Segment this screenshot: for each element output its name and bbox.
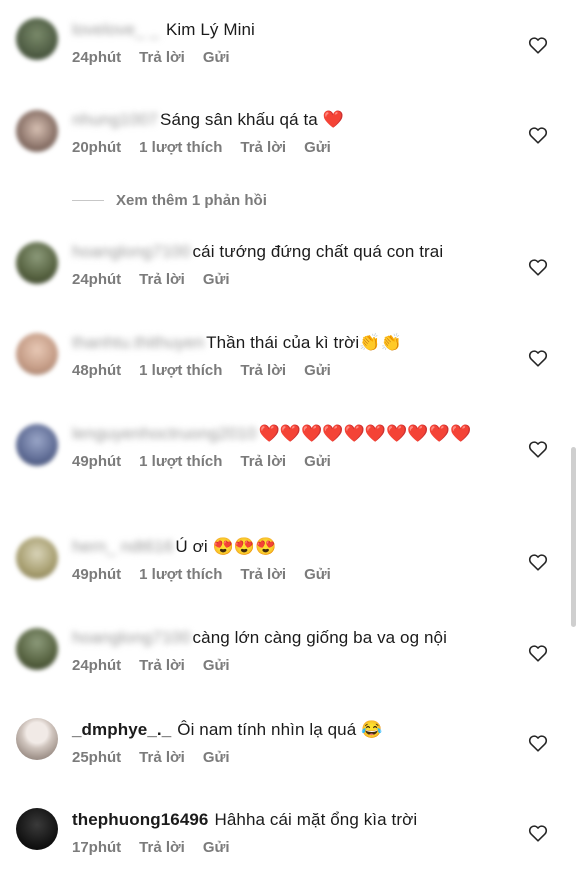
reply-button[interactable]: Trả lời xyxy=(139,749,185,766)
divider xyxy=(72,200,104,201)
comment-time: 20phút xyxy=(72,139,122,156)
send-button[interactable]: Gửi xyxy=(203,749,230,766)
comment-text: Sáng sân khấu qá ta ❤️ xyxy=(160,110,344,129)
comment-text: Ú ơi 😍😍😍 xyxy=(175,537,277,556)
comment-time: 24phút xyxy=(72,657,122,674)
comment-meta: 24phút Trả lời Gửi xyxy=(72,271,520,288)
reply-button[interactable]: Trả lời xyxy=(240,139,286,156)
scrollbar[interactable] xyxy=(571,447,576,627)
reply-button[interactable]: Trả lời xyxy=(139,839,185,856)
heart-outline-icon[interactable] xyxy=(528,258,548,276)
comment-time: 24phút xyxy=(72,271,122,288)
comment-username[interactable]: thanhtu.thithuyen xyxy=(72,333,204,352)
comment-text-line: _dmphye_._ Ôi nam tính nhìn lạ quá 😂 xyxy=(72,716,520,743)
view-more-replies-button[interactable]: Xem thêm 1 phản hồi xyxy=(72,192,267,209)
likes-count[interactable]: 1 lượt thích xyxy=(139,139,222,156)
comment-username[interactable]: hoanglong7100 xyxy=(72,242,191,261)
comment-meta: 49phút 1 lượt thích Trả lời Gửi xyxy=(72,453,520,470)
comment-username[interactable]: hern_ ndt616 xyxy=(72,537,173,556)
comment-text: cái tướng đứng chất quá con trai xyxy=(192,242,444,261)
comment-username[interactable]: hoanglong7100 xyxy=(72,628,191,647)
comment-body: _dmphye_._ Ôi nam tính nhìn lạ quá 😂 25ph… xyxy=(72,716,520,766)
avatar[interactable] xyxy=(16,333,58,375)
heart-outline-icon[interactable] xyxy=(528,440,548,458)
comment-meta: 48phút 1 lượt thích Trả lời Gửi xyxy=(72,362,520,379)
avatar[interactable] xyxy=(16,808,58,850)
comment-text-line: nhung1007 Sáng sân khấu qá ta ❤️ xyxy=(72,106,520,133)
avatar[interactable] xyxy=(16,628,58,670)
comment-body: lenguyenhoctruong2010 ❤️❤️❤️❤️❤️❤️❤️❤️❤️❤… xyxy=(72,420,520,470)
send-button[interactable]: Gửi xyxy=(203,839,230,856)
comment-time: 17phút xyxy=(72,839,122,856)
likes-count[interactable]: 1 lượt thích xyxy=(139,453,222,470)
comment-username[interactable]: lovelove_ _ xyxy=(72,20,164,39)
reply-button[interactable]: Trả lời xyxy=(240,566,286,583)
comment-text-line: lovelove_ _ Kim Lý Mini xyxy=(72,16,520,43)
heart-outline-icon[interactable] xyxy=(528,349,548,367)
reply-button[interactable]: Trả lời xyxy=(139,49,185,66)
send-button[interactable]: Gửi xyxy=(304,566,331,583)
comment-text-line: lenguyenhoctruong2010 ❤️❤️❤️❤️❤️❤️❤️❤️❤️❤… xyxy=(72,420,520,447)
heart-outline-icon[interactable] xyxy=(528,126,548,144)
comment-body: nhung1007 Sáng sân khấu qá ta ❤️ 20phút 1 … xyxy=(72,106,520,156)
avatar[interactable] xyxy=(16,242,58,284)
comment-text-line: hoanglong7100 càng lớn càng giống ba va o… xyxy=(72,624,520,651)
comment-username[interactable]: nhung1007 xyxy=(72,110,158,129)
comment-time: 48phút xyxy=(72,362,122,379)
heart-outline-icon[interactable] xyxy=(528,644,548,662)
avatar[interactable] xyxy=(16,537,58,579)
avatar[interactable] xyxy=(16,18,58,60)
comment-text-line: hoanglong7100 cái tướng đứng chất quá con… xyxy=(72,238,520,265)
comment-meta: 25phút Trả lời Gửi xyxy=(72,749,520,766)
comment-meta: 20phút 1 lượt thích Trả lời Gửi xyxy=(72,139,520,156)
send-button[interactable]: Gửi xyxy=(304,362,331,379)
heart-outline-icon[interactable] xyxy=(528,553,548,571)
heart-outline-icon[interactable] xyxy=(528,824,548,842)
send-button[interactable]: Gửi xyxy=(304,139,331,156)
comment-body: lovelove_ _ Kim Lý Mini 24phút Trả lời Gửi xyxy=(72,16,520,66)
send-button[interactable]: Gửi xyxy=(304,453,331,470)
comment-text: Thần thái của kì trời👏👏 xyxy=(206,333,402,352)
comment-username[interactable]: _dmphye_._ xyxy=(72,720,171,739)
send-button[interactable]: Gửi xyxy=(203,49,230,66)
view-more-replies-label: Xem thêm 1 phản hồi xyxy=(116,192,267,209)
comment-text: ❤️❤️❤️❤️❤️❤️❤️❤️❤️❤️ xyxy=(258,424,472,443)
reply-button[interactable]: Trả lời xyxy=(240,453,286,470)
likes-count[interactable]: 1 lượt thích xyxy=(139,566,222,583)
send-button[interactable]: Gửi xyxy=(203,657,230,674)
comment-text-line: thephuong16496 Hâhha cái mặt ổng kìa trời xyxy=(72,806,520,833)
likes-count[interactable]: 1 lượt thích xyxy=(139,362,222,379)
comment-username[interactable]: lenguyenhoctruong2010 xyxy=(72,424,257,443)
comment-meta: 17phút Trả lời Gửi xyxy=(72,839,520,856)
comment-text: Kim Lý Mini xyxy=(165,20,255,39)
comment-body: hern_ ndt616 Ú ơi 😍😍😍 49phút 1 lượt thích T… xyxy=(72,533,520,583)
comment-meta: 24phút Trả lời Gửi xyxy=(72,49,520,66)
heart-outline-icon[interactable] xyxy=(528,734,548,752)
comment-meta: 24phút Trả lời Gửi xyxy=(72,657,520,674)
comment-time: 49phút xyxy=(72,453,122,470)
comment-text: Hâhha cái mặt ổng kìa trời xyxy=(214,810,418,829)
comment-body: hoanglong7100 càng lớn càng giống ba va o… xyxy=(72,624,520,674)
comment-body: hoanglong7100 cái tướng đứng chất quá con… xyxy=(72,238,520,288)
comment-time: 49phút xyxy=(72,566,122,583)
avatar[interactable] xyxy=(16,424,58,466)
heart-outline-icon[interactable] xyxy=(528,36,548,54)
reply-button[interactable]: Trả lời xyxy=(139,657,185,674)
comment-text-line: thanhtu.thithuyen Thần thái của kì trời👏👏 xyxy=(72,329,520,356)
avatar[interactable] xyxy=(16,718,58,760)
comment-text: càng lớn càng giống ba va og nội xyxy=(192,628,447,647)
comment-text-line: hern_ ndt616 Ú ơi 😍😍😍 xyxy=(72,533,520,560)
send-button[interactable]: Gửi xyxy=(203,271,230,288)
comment-body: thanhtu.thithuyen Thần thái của kì trời👏👏… xyxy=(72,329,520,379)
reply-button[interactable]: Trả lời xyxy=(139,271,185,288)
comment-text: Ôi nam tính nhìn lạ quá 😂 xyxy=(177,720,383,739)
comment-meta: 49phút 1 lượt thích Trả lời Gửi xyxy=(72,566,520,583)
comment-time: 24phút xyxy=(72,49,122,66)
comment-body: thephuong16496 Hâhha cái mặt ổng kìa trời… xyxy=(72,806,520,856)
reply-button[interactable]: Trả lời xyxy=(240,362,286,379)
comment-username[interactable]: thephuong16496 xyxy=(72,810,208,829)
comment-time: 25phút xyxy=(72,749,122,766)
avatar[interactable] xyxy=(16,110,58,152)
